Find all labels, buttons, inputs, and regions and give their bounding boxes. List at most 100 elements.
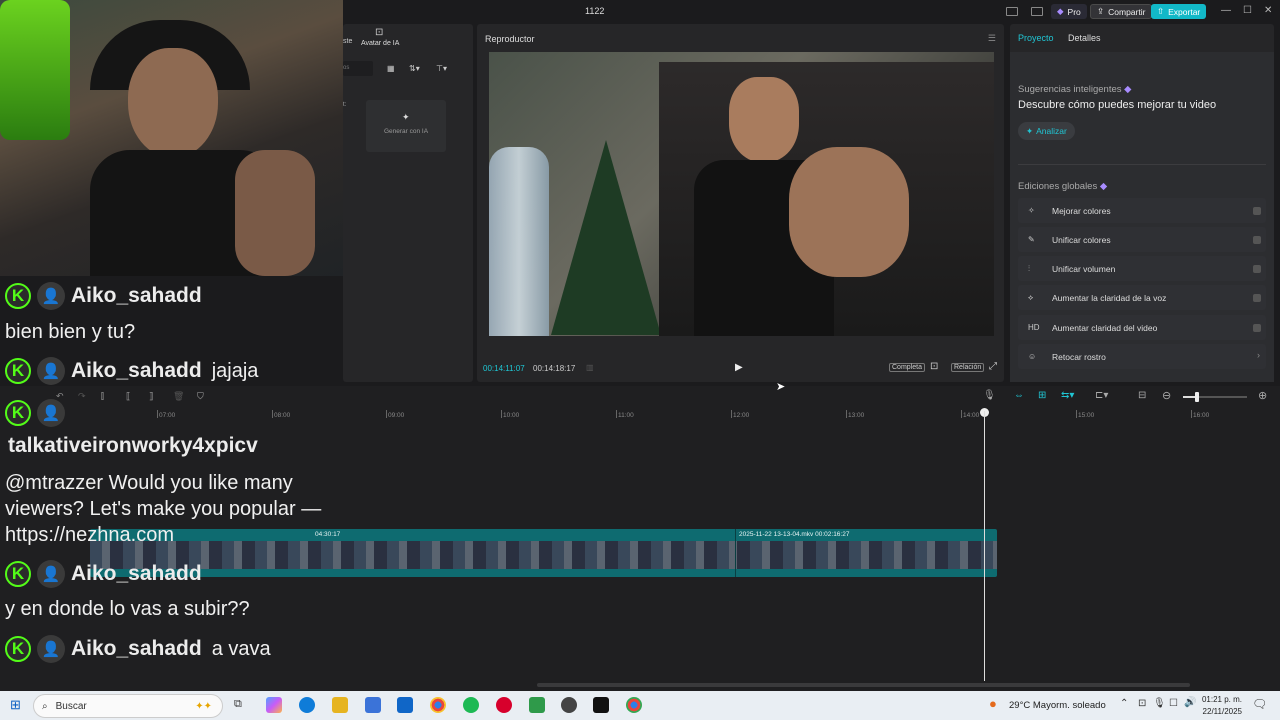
store-icon[interactable] [365,697,381,713]
pro-button[interactable]: ◆ Pro [1051,4,1087,19]
kick-badge-icon: K [5,283,31,309]
tab-project[interactable]: Proyecto [1018,33,1054,43]
copilot-icon[interactable] [266,697,282,713]
delete-icon[interactable]: 🗑 [173,391,184,402]
tick-label: 09:00 [385,410,405,419]
playhead[interactable] [984,411,985,681]
zoom-in-icon[interactable]: ⊕ [1258,389,1267,402]
ratio-button[interactable]: Relación [951,363,985,372]
tick-label: 10:00 [500,410,520,419]
edge-icon[interactable] [299,697,315,713]
windows-start-icon[interactable]: ⊞ [10,697,21,713]
edit-retouch-face[interactable]: ☺ Retocar rostro › [1018,344,1266,369]
edit-video-clarity[interactable]: HD Aumentar claridad del video [1018,315,1266,340]
redo-icon[interactable]: ↷ [78,391,86,402]
edit-label: Unificar colores [1052,234,1111,245]
voice-icon: ⟡ [1028,292,1034,302]
trim-left-icon[interactable]: ⟦ [126,391,130,402]
zoom-slider[interactable] [1183,392,1247,402]
edit-voice-clarity[interactable]: ⟡ Aumentar la claridad de la voz [1018,285,1266,310]
zoom-slider-knob[interactable] [1195,392,1199,402]
toggle[interactable] [1253,207,1261,215]
play-button[interactable]: ▶ [735,362,743,373]
weather-text[interactable]: 29°C Mayorm. soleado [1009,700,1106,711]
ai-sparkle-icon: ◆ [1124,84,1132,95]
network-icon[interactable]: ☐ [1169,698,1178,709]
clock-date[interactable]: 22/11/2025 [1200,707,1242,716]
volume-icon[interactable]: 🔊 [1184,697,1196,708]
toggle[interactable] [1253,324,1261,332]
edit-unify-volume[interactable]: ⫶ Unificar volumen [1018,256,1266,281]
user-avatar-icon: 👤 [37,635,65,663]
horizontal-scrollbar[interactable] [537,683,1190,687]
generate-ai-card[interactable]: ✦ Generar con IA [366,100,446,152]
chrome-profile-icon[interactable] [626,697,642,713]
microphone-icon[interactable]: 🎙 [983,390,996,401]
preview-axis-icon[interactable]: ⊏▾ [1095,390,1108,401]
chrome-icon[interactable] [430,697,446,713]
toggle[interactable] [1253,236,1261,244]
webcam-overlay [0,0,343,276]
edit-improve-colors[interactable]: ✧ Mejorar colores [1018,198,1266,223]
tab-details[interactable]: Detalles [1068,33,1101,43]
clock-time[interactable]: 01:21 p. m. [1200,695,1242,704]
edit-unify-colors[interactable]: ✎ Unificar colores [1018,227,1266,252]
tab-partial[interactable]: ste [343,38,352,45]
green-app-icon[interactable] [529,697,545,713]
tab-avatar-ia[interactable]: Avatar de IA [361,40,399,47]
layout-icon[interactable] [1006,7,1018,16]
capcut-icon[interactable] [593,697,609,713]
share-button[interactable]: ⇪ Compartir [1090,4,1153,19]
outlook-icon[interactable] [397,697,413,713]
chat-header-3: K 👤 [5,399,65,427]
caption-icon[interactable]: ⊟ [1138,390,1146,401]
streamer-face [729,77,799,162]
opera-icon[interactable] [496,697,512,713]
chat-message: a vava [211,637,271,660]
app-root: 1122 ◆ Pro ⇪ Compartir ⇧ Exportar — ☐ ✕ … [0,0,1280,720]
diamond-icon: ◆ [1057,6,1064,16]
tattooed-arm [235,150,315,276]
shield-icon[interactable]: ⛉ [197,391,204,402]
minimize-icon[interactable]: — [1221,5,1231,16]
time-ruler[interactable]: 07:00 08:00 09:00 10:00 11:00 12:00 13:0… [0,408,1280,422]
chat-header-4: K 👤 Aiko_sahadd [5,560,202,588]
crop-icon[interactable]: ⊡ [930,361,938,372]
video-preview[interactable] [489,52,994,336]
spotify-icon[interactable] [463,697,479,713]
zoom-out-icon[interactable]: ⊖ [1162,389,1171,402]
tick-label: 11:00 [616,410,634,419]
tray-icon[interactable]: ⊡ [1138,698,1146,709]
filter-icon[interactable]: ⊤▾ [436,64,447,73]
split-icon[interactable]: ⫿ [101,391,104,402]
file-explorer-icon[interactable] [332,697,348,713]
export-button[interactable]: ⇧ Exportar [1151,4,1207,19]
tick-label: 07:00 [156,410,176,419]
waveform-icon[interactable]: ▥ [586,363,594,372]
chevron-up-icon[interactable]: ⌃ [1120,698,1128,709]
toggle[interactable] [1253,265,1261,273]
snap-icon[interactable]: ⇆▾ [1061,390,1074,401]
magnet-icon[interactable]: ⊞ [1038,390,1046,401]
full-button[interactable]: Completa [889,363,925,372]
menu-icon[interactable]: ☰ [988,33,996,44]
toggle[interactable] [1253,294,1261,302]
maximize-icon[interactable]: ☐ [1243,5,1252,16]
grid-view-icon[interactable]: ▦ [387,64,395,73]
notifications-icon[interactable]: 🗨 [1252,697,1267,711]
trim-right-icon[interactable]: ⟧ [149,391,153,402]
analyze-button[interactable]: ✦ Analizar [1018,122,1075,140]
obs-icon[interactable] [561,697,577,713]
keyboard-icon[interactable] [1031,7,1043,16]
player-title: Reproductor [485,34,535,44]
taskbar-search[interactable]: ⌕ Buscar ✦✦ [33,694,223,718]
sparkle-icon: ✦ [402,112,410,122]
microphone-tray-icon[interactable]: 🎙 [1153,698,1166,709]
fullscreen-icon[interactable]: ⤢ [989,361,997,372]
close-icon[interactable]: ✕ [1264,5,1272,16]
link-icon[interactable]: ⇔ [1014,390,1024,401]
sort-icon[interactable]: ⇅▾ [409,64,420,73]
task-view-icon[interactable]: ⧉ [234,698,242,711]
search-input-partial[interactable]: os [343,61,373,76]
ai-sparkle-icon: ◆ [1099,181,1108,192]
